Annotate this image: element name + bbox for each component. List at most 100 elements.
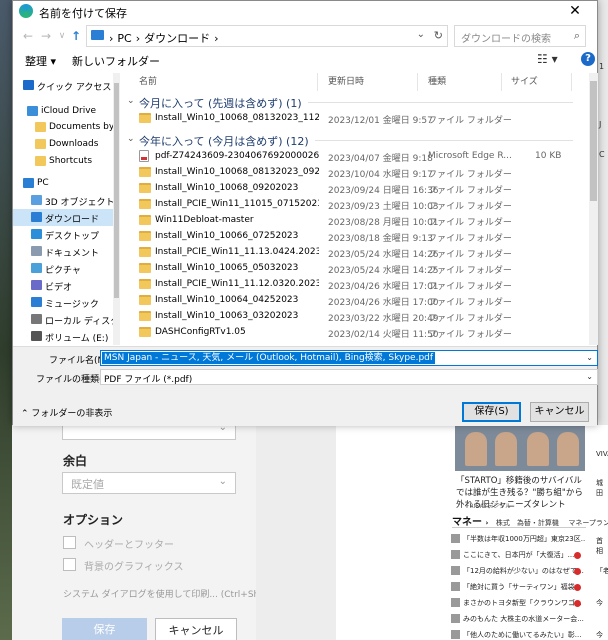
file-row[interactable]: Install_Win10_10063_03202023 2023/03/22 水… [123, 309, 589, 324]
nav-item[interactable]: iCloud Drive [13, 103, 120, 120]
folder-icon [139, 327, 151, 337]
title-bar: 名前を付けて保存 ✕ [13, 1, 597, 21]
address-bar[interactable]: › PC › ダウンロード › ⌄ ↻ [86, 25, 448, 47]
hide-folders-toggle[interactable]: ⌃ フォルダーの非表示 [21, 406, 112, 419]
column-divider[interactable] [317, 73, 318, 91]
nav-item[interactable]: ドキュメント [13, 243, 120, 260]
money-news-text: みのもんた 大株主の水道メーター会... [463, 615, 584, 623]
file-name: Install_Win10_10063_03202023 [155, 311, 299, 321]
up-arrow-icon[interactable]: ↑ [67, 27, 85, 45]
nav-item[interactable]: デスクトップ [13, 226, 120, 243]
filename-value[interactable]: MSN Japan - ニュース, 天気, メール (Outlook, Hotm… [102, 352, 436, 364]
back-arrow-icon[interactable]: ← [19, 27, 37, 45]
navigation-scrollbar[interactable] [113, 73, 120, 345]
nav-item[interactable]: ピクチャ [13, 260, 120, 277]
nav-item[interactable]: PC [13, 175, 120, 192]
column-divider[interactable] [571, 73, 572, 91]
cancel-button[interactable]: キャンセル [530, 402, 589, 422]
new-folder-button[interactable]: 新しいフォルダー [72, 53, 160, 69]
margin-label: 余白 [63, 454, 88, 468]
file-list-scrollbar[interactable] [589, 73, 598, 345]
file-row[interactable]: Install_PCIE_Win11_11.13.0424.2023_0505.… [123, 245, 589, 260]
download-icon [31, 212, 42, 222]
file-name: Install_PCIE_Win11_11.13.0424.2023_0505.… [155, 247, 319, 257]
save-button[interactable]: 保存(S) [462, 402, 521, 422]
money-news-text: まさかのトヨタ新型「クラウンワゴ... [463, 599, 582, 607]
chevron-right-icon: › [485, 519, 489, 527]
file-row[interactable]: Install_PCIE_Win11_11015_07152023_0920..… [123, 197, 589, 212]
file-row[interactable]: Install_Win10_10068_08132023_11212023 202… [123, 111, 589, 126]
system-dialog-link[interactable]: システム ダイアログを使用して印刷... (Ctrl+Shift+P) [63, 587, 285, 600]
file-row[interactable]: Install_Win10_10064_04252023 2023/04/26 水… [123, 293, 589, 308]
nav-item[interactable]: ボリューム (E:) [13, 328, 120, 345]
folder-icon [139, 231, 151, 241]
chevron-down-icon: ⌄ [218, 476, 227, 487]
margin-value: 既定値 [71, 478, 104, 491]
file-row[interactable]: Win11Debloat-master 2023/08/28 月曜日 10:01 フ… [123, 213, 589, 228]
file-type: ファイル フォルダー [428, 116, 512, 126]
group-divider [315, 140, 573, 141]
file-row[interactable]: Install_PCIE_Win11_11.12.0320.2023_0425.… [123, 277, 589, 292]
desktop-background [0, 0, 12, 640]
folder-icon [139, 295, 151, 305]
chevron-down-icon[interactable]: ⌄ [586, 353, 593, 362]
column-size[interactable]: サイズ [511, 74, 538, 92]
file-date: 2023/09/24 日曜日 16:36 [328, 186, 439, 196]
nav-item[interactable]: ミュージック [13, 294, 120, 311]
scrollbar-thumb[interactable] [590, 81, 597, 201]
view-options-icon[interactable]: ☷ ▾ [537, 52, 558, 66]
file-name: Install_Win10_10066_07252023 [155, 231, 299, 241]
filetype-select[interactable]: PDF ファイル (*.pdf) ⌄ [100, 369, 598, 385]
print-cancel-button[interactable]: キャンセル [155, 618, 237, 640]
money-news-text: 「12月の給料が少ない」のはなぜで... [463, 567, 584, 575]
nav-item[interactable]: ダウンロード [13, 209, 120, 226]
nav-item[interactable]: ビデオ [13, 277, 120, 294]
nav-item-label: 3D オブジェクト [45, 198, 115, 208]
folder-icon [139, 215, 151, 225]
group-header[interactable]: ⌄ 今年に入って (今月は含めず) (12) [123, 131, 589, 149]
nav-item[interactable]: 3D オブジェクト [13, 192, 120, 209]
file-row[interactable]: Install_Win10_10068_08132023_09262023 202… [123, 165, 589, 180]
column-type[interactable]: 種類 [428, 74, 446, 92]
column-divider[interactable] [501, 73, 502, 91]
disk-icon [31, 314, 42, 324]
print-save-button[interactable]: 保存 [62, 618, 147, 640]
refresh-icon[interactable]: ↻ [434, 29, 443, 42]
breadcrumb-downloads[interactable]: ダウンロード [144, 32, 210, 45]
nav-item[interactable]: ローカル ディスク (C [13, 311, 120, 328]
file-row[interactable]: DASHConfigRTv1.05 2023/02/14 火曜日 11:50 ファイ… [123, 325, 589, 340]
file-row[interactable]: pdf-Z74243609-230406769200002651.pdf 2023… [123, 149, 589, 164]
file-row[interactable]: Install_Win10_10068_09202023 2023/09/24 日… [123, 181, 589, 196]
search-input[interactable]: ダウンロードの検索 [461, 30, 551, 45]
side-text: 今日 [596, 631, 603, 639]
file-type: Microsoft Edge R... [428, 151, 512, 161]
column-divider[interactable] [417, 73, 418, 91]
scrollbar-thumb[interactable] [114, 83, 119, 298]
filename-input[interactable]: MSN Japan - ニュース, 天気, メール (Outlook, Hotm… [100, 350, 598, 366]
organize-button[interactable]: 整理 ▾ [25, 53, 56, 69]
nav-item[interactable]: Documents by R [13, 119, 120, 136]
money-news-item: まさかのトヨタ新型「クラウンワゴ... [451, 598, 585, 611]
search-box[interactable]: ダウンロードの検索 ⌕ [454, 25, 586, 47]
headers-footers-checkbox[interactable] [63, 536, 76, 549]
column-name[interactable]: 名前 [139, 74, 157, 92]
group-header[interactable]: ⌄ 今月に入って (先週は含めず) (1) [123, 93, 589, 111]
close-icon[interactable]: ✕ [553, 1, 597, 21]
nav-item-label: ビデオ [45, 283, 73, 293]
margin-select[interactable]: 既定値 ⌄ [62, 472, 236, 494]
breadcrumb-pc[interactable]: PC [117, 32, 131, 45]
file-row[interactable]: Install_Win10_10065_05032023 2023/05/24 水… [123, 261, 589, 276]
column-date[interactable]: 更新日時 [328, 74, 364, 92]
help-icon[interactable]: ? [581, 52, 595, 66]
file-type: ファイル フォルダー [428, 298, 512, 308]
nav-item[interactable]: クイック アクセス [13, 77, 120, 94]
folder-icon [139, 311, 151, 321]
search-icon: ⌕ [573, 29, 580, 42]
file-type: ファイル フォルダー [428, 202, 512, 212]
background-graphics-checkbox[interactable] [63, 558, 76, 571]
nav-item-label: デスクトップ [45, 232, 100, 242]
file-row[interactable]: Install_Win10_10066_07252023 2023/08/18 金… [123, 229, 589, 244]
chevron-down-icon[interactable]: ⌄ [417, 29, 425, 40]
nav-item[interactable]: Shortcuts [13, 153, 120, 170]
nav-item[interactable]: Downloads [13, 136, 120, 153]
